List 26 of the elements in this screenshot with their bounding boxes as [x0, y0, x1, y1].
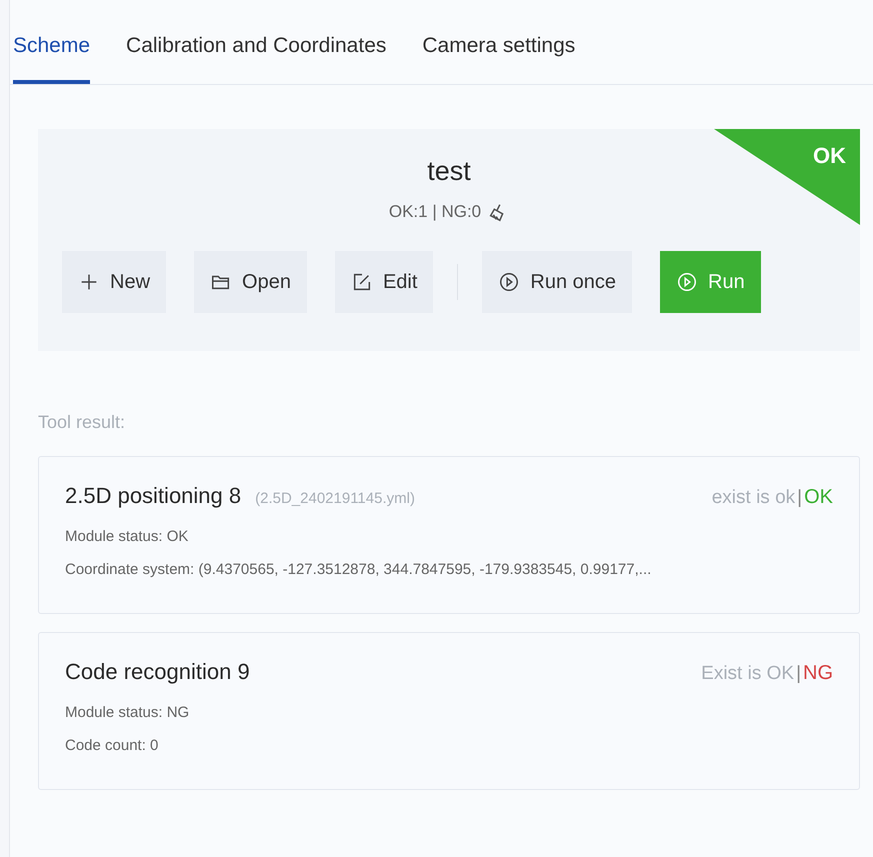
play-icon: [676, 270, 698, 292]
tab[interactable]: Calibration and Coordinates: [126, 30, 386, 84]
detail-line: Coordinate system: (9.4370565, -127.3512878, 344.7847595, -179.9383545, 0.99177,...: [65, 560, 652, 580]
tab[interactable]: Scheme: [13, 30, 90, 84]
tool-title: 2.5D positioning 8: [65, 482, 242, 510]
toolbar-button[interactable]: Run once: [482, 250, 632, 312]
result-counts: OK:1 | NG:0: [388, 201, 482, 223]
separator-text: |: [796, 662, 801, 686]
play-icon: [498, 270, 520, 292]
separator-text: |: [797, 486, 802, 510]
tab[interactable]: Camera settings: [422, 30, 576, 84]
toolbar-button[interactable]: Edit: [334, 250, 434, 312]
verdict: OK: [804, 484, 833, 510]
file-name: (2.5D_2402191145.yml): [255, 488, 415, 508]
status-label: OK: [813, 142, 846, 170]
toolbar-button[interactable]: Open: [194, 250, 307, 312]
check-condition: Exist is OK: [701, 662, 794, 686]
toolbar-button[interactable]: New: [62, 250, 166, 312]
verdict: NG: [803, 660, 833, 686]
detail-line: Module status: OK: [65, 527, 190, 547]
scheme-name: test: [427, 154, 471, 188]
detail-line: Module status: NG: [65, 703, 190, 723]
check-condition: exist is ok: [712, 486, 796, 510]
detail-line: Code count: 0: [65, 736, 160, 756]
tool-title: Code recognition 9: [65, 658, 250, 686]
section-label: Tool result:: [38, 410, 126, 434]
